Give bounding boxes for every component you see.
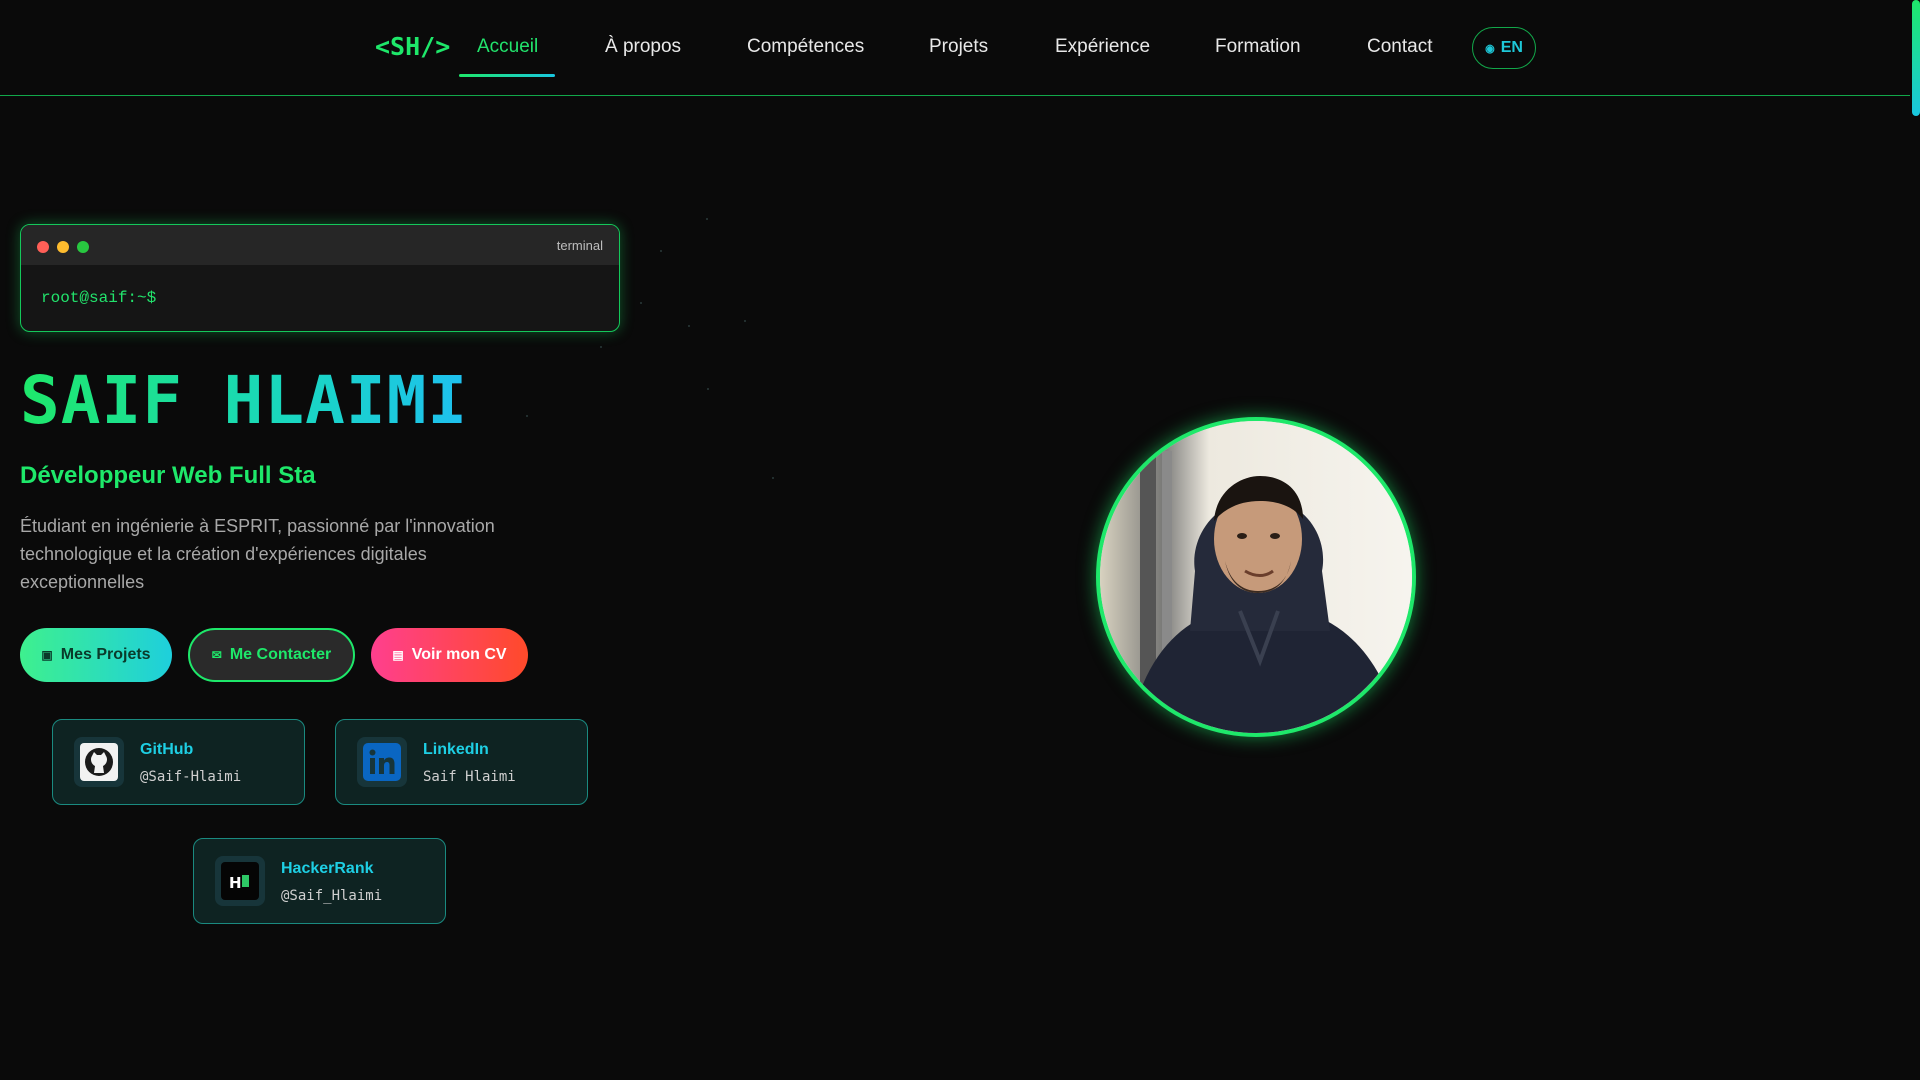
maximize-dot-icon <box>77 241 89 253</box>
terminal-title: terminal <box>556 238 603 253</box>
contact-me-button[interactable]: ✉ Me Contacter <box>188 628 355 682</box>
profile-avatar <box>1096 417 1416 737</box>
terminal-window: terminal root@saif:~$ <box>20 224 620 332</box>
social-card-hackerrank[interactable]: H HackerRank @Saif_Hlaimi <box>193 838 446 924</box>
nav-link-experience[interactable]: Expérience <box>1055 36 1150 58</box>
folder-icon: ▣ <box>41 648 53 662</box>
view-cv-button[interactable]: ▤ Voir mon CV <box>371 628 528 682</box>
nav-link-projets[interactable]: Projets <box>929 36 988 58</box>
nav-link-competences[interactable]: Compétences <box>747 36 864 58</box>
minimize-dot-icon <box>57 241 69 253</box>
hackerrank-icon: H <box>215 856 265 906</box>
social-card-linkedin[interactable]: LinkedIn Saif Hlaimi <box>335 719 588 805</box>
social-card-github[interactable]: GitHub @Saif-Hlaimi <box>52 719 305 805</box>
language-label: EN <box>1500 39 1523 56</box>
view-cv-label: Voir mon CV <box>411 646 507 663</box>
terminal-prompt: root@saif:~$ <box>41 289 157 307</box>
site-logo[interactable]: <SH/> <box>375 32 450 61</box>
top-navbar: <SH/> Accueil À propos Compétences Proje… <box>0 0 1910 96</box>
active-nav-indicator <box>459 74 555 77</box>
github-title: GitHub <box>140 741 194 758</box>
globe-icon: ◉ <box>1485 42 1495 55</box>
hero-name: SAIF HLAIMI <box>20 362 469 439</box>
nav-link-accueil[interactable]: Accueil <box>477 36 538 58</box>
linkedin-handle: Saif Hlaimi <box>423 769 516 785</box>
my-projects-button[interactable]: ▣ Mes Projets <box>20 628 172 682</box>
envelope-icon: ✉ <box>211 648 222 662</box>
scrollbar-thumb[interactable] <box>1912 0 1920 116</box>
nav-link-contact[interactable]: Contact <box>1367 36 1432 58</box>
hero-role: Développeur Web Full Sta <box>20 462 316 489</box>
terminal-titlebar: terminal <box>21 225 619 265</box>
contact-me-label: Me Contacter <box>229 646 332 663</box>
document-icon: ▤ <box>392 648 404 662</box>
hackerrank-title: HackerRank <box>281 860 374 877</box>
hero-description: Étudiant en ingénierie à ESPRIT, passion… <box>20 516 495 592</box>
my-projects-label: Mes Projets <box>60 646 151 663</box>
nav-link-a-propos[interactable]: À propos <box>605 36 681 58</box>
github-handle: @Saif-Hlaimi <box>140 769 242 785</box>
linkedin-title: LinkedIn <box>423 741 489 758</box>
github-icon <box>74 737 124 787</box>
svg-text:H: H <box>229 874 242 892</box>
hackerrank-handle: @Saif_Hlaimi <box>281 888 383 904</box>
language-toggle-button[interactable]: ◉ EN <box>1472 27 1536 69</box>
nav-link-formation[interactable]: Formation <box>1215 36 1301 58</box>
close-dot-icon <box>37 241 49 253</box>
linkedin-icon <box>357 737 407 787</box>
